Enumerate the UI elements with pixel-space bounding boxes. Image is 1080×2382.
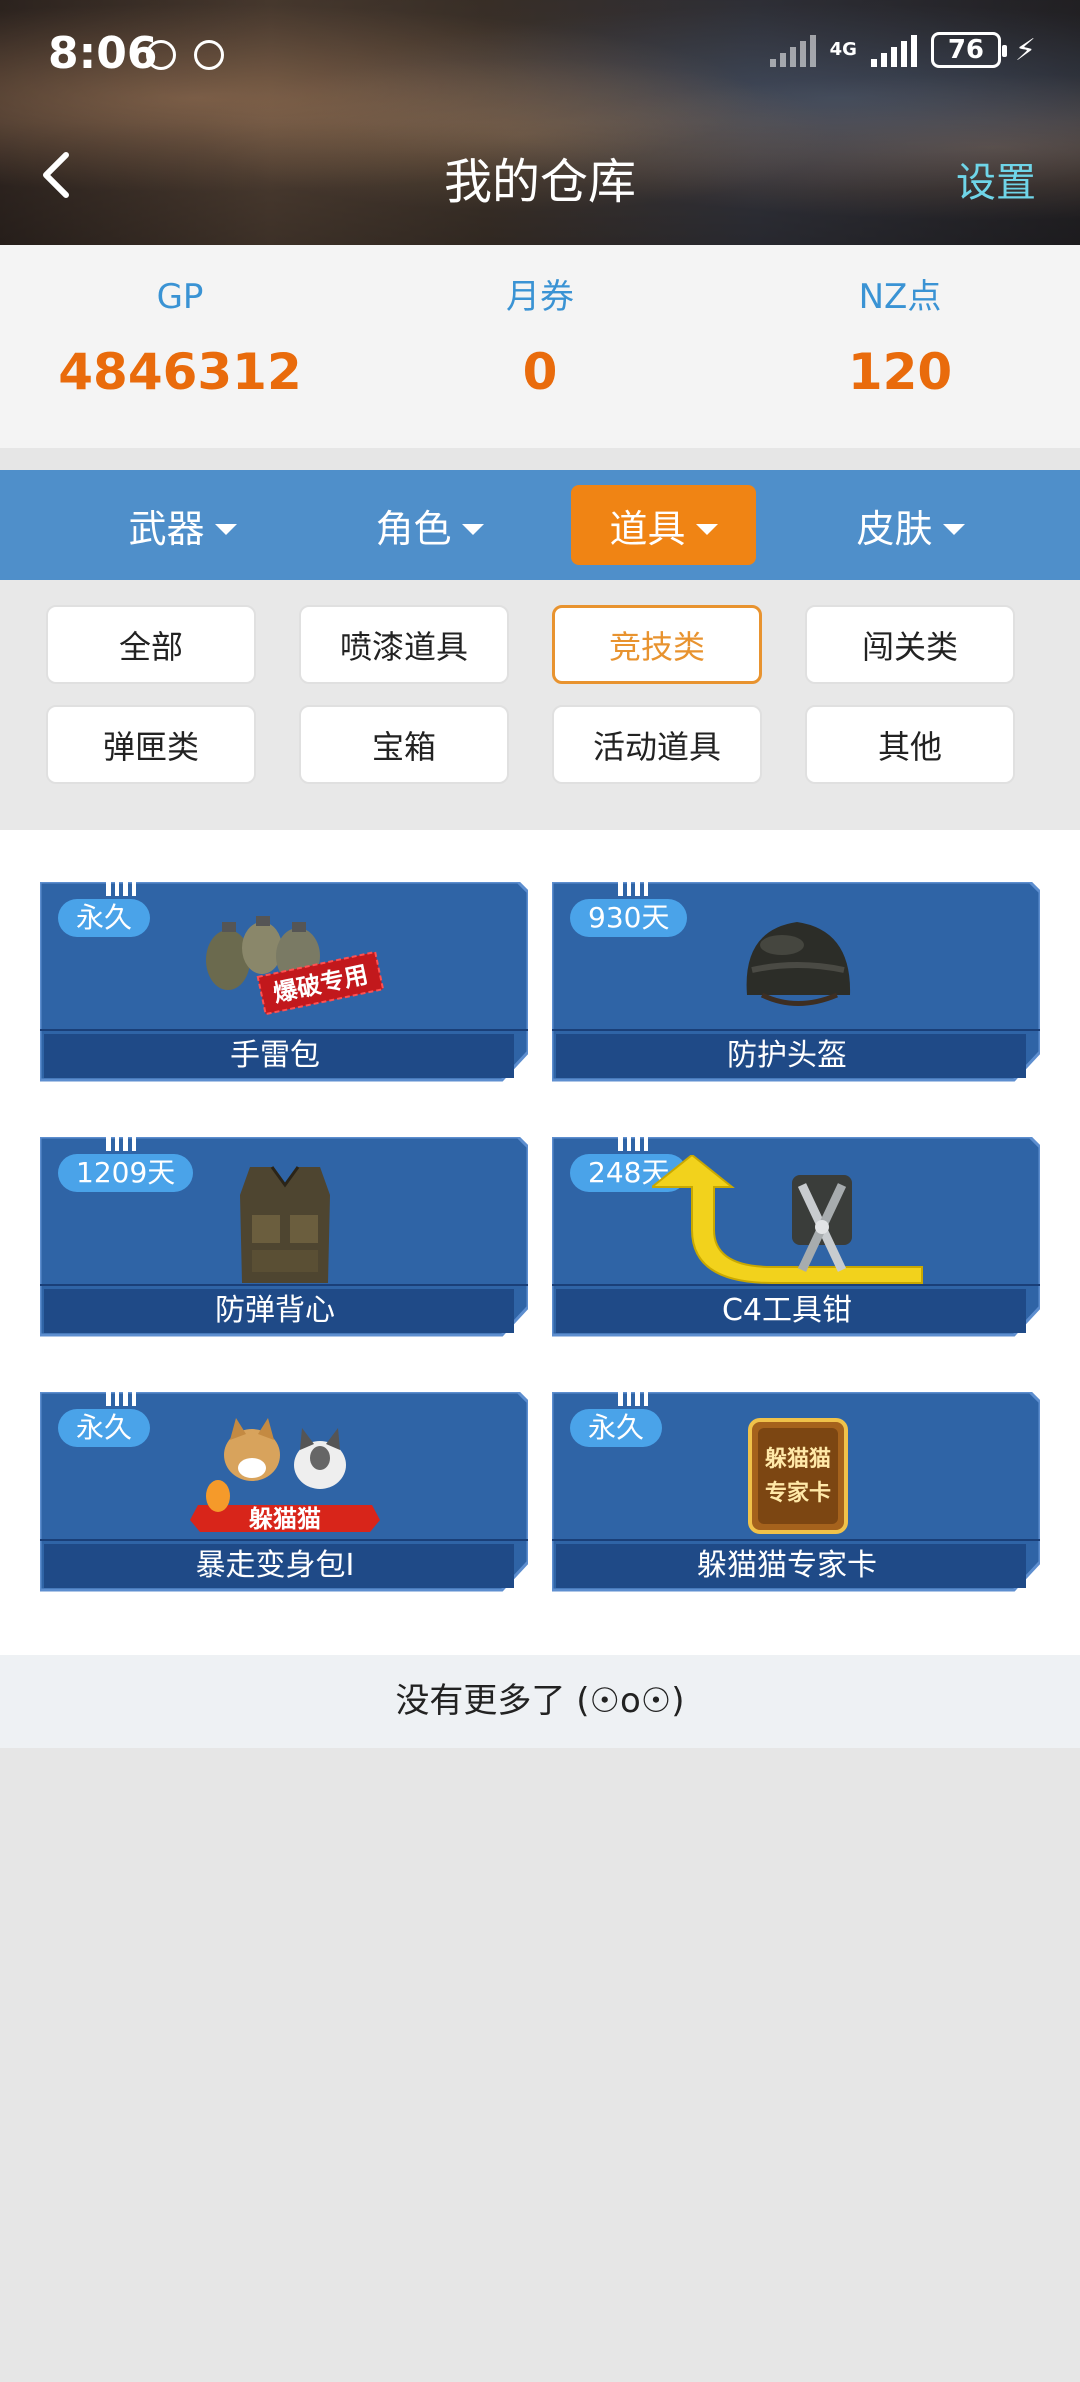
card-grip: [618, 882, 648, 896]
currency-monthly-ticket: 月券 0: [360, 273, 720, 401]
pliers-icon: [652, 1155, 923, 1284]
filter-all[interactable]: 全部: [46, 605, 256, 684]
status-indicators: 4G 76 ⚡: [769, 32, 1036, 68]
card-grip: [106, 882, 136, 896]
caret-down-icon: [695, 523, 718, 535]
filter-stage[interactable]: 闯关类: [805, 605, 1015, 684]
item-name: 防弹背心: [215, 1293, 335, 1328]
vest-icon: [240, 1166, 330, 1283]
empty-area: [0, 1748, 1080, 2382]
signal-strength-icon: [870, 33, 917, 67]
filter-chest[interactable]: 宝箱: [299, 705, 509, 784]
notification-icon: [146, 40, 176, 70]
filter-competitive[interactable]: 竞技类: [552, 605, 762, 684]
grenade-pack-icon: 爆破专用: [206, 916, 385, 1016]
duration-badge: 永久: [570, 1409, 663, 1447]
duration-badge: 1209天: [58, 1154, 194, 1192]
filter-event[interactable]: 活动道具: [552, 705, 762, 784]
filter-spray[interactable]: 喷漆道具: [299, 605, 509, 684]
item-card[interactable]: 永久 躲猫猫 暴走变身包I: [40, 1392, 528, 1594]
status-bar: 8:06 4G 76 ⚡: [0, 20, 1080, 90]
duration-badge: 永久: [58, 899, 151, 937]
caret-down-icon: [214, 523, 237, 535]
pets-banner-text: 躲猫猫: [249, 1505, 321, 1533]
currency-label: GP: [156, 277, 204, 317]
caret-down-icon: [461, 523, 484, 535]
expert-card-icon: 躲猫猫 专家卡: [748, 1418, 848, 1534]
tab-characters[interactable]: 角色: [337, 485, 522, 565]
filter-panel: 全部 喷漆道具 竞技类 闯关类 弹匣类 宝箱 活动道具 其他: [0, 580, 1080, 830]
filter-magazine[interactable]: 弹匣类: [46, 705, 256, 784]
card-grip: [106, 1137, 136, 1151]
tab-label: 道具: [609, 506, 686, 551]
pets-icon: 躲猫猫: [190, 1418, 380, 1533]
card-grip: [618, 1392, 648, 1406]
item-card[interactable]: 永久 躲猫猫 专家卡 躲猫猫专家卡: [552, 1392, 1040, 1594]
tab-weapons[interactable]: 武器: [90, 485, 275, 565]
currency-value: 0: [522, 343, 558, 401]
currency-panel: GP 4846312 月券 0 NZ点 120: [0, 245, 1080, 448]
duration-badge: 930天: [570, 899, 688, 937]
signal-strength-icon: [769, 33, 816, 67]
charging-icon: ⚡: [1014, 32, 1036, 68]
notification-icon: [194, 40, 224, 70]
item-name: 暴走变身包I: [195, 1548, 355, 1583]
tab-label: 皮肤: [856, 506, 933, 551]
card-grip: [106, 1392, 136, 1406]
item-card[interactable]: 1209天 防弹背心: [40, 1137, 528, 1339]
card-icon-line2: 专家卡: [765, 1480, 831, 1506]
caret-down-icon: [942, 523, 965, 535]
end-of-list-message: 没有更多了 (☉o☉): [0, 1655, 1080, 1748]
item-name: C4工具钳: [721, 1293, 853, 1328]
item-card[interactable]: 930天 防护头盔: [552, 882, 1040, 1084]
helmet-icon: [746, 922, 851, 1006]
duration-badge: 永久: [58, 1409, 151, 1447]
item-grid: 永久 爆破专用 手雷包 930天 防护头盔 1209天 防弹背心 248天 C4…: [0, 830, 1080, 1655]
item-card[interactable]: 248天 C4工具钳: [552, 1137, 1040, 1339]
page-title: 我的仓库: [443, 154, 636, 210]
tab-skins[interactable]: 皮肤: [818, 485, 1003, 565]
card-icon-line1: 躲猫猫: [765, 1446, 831, 1472]
currency-nz-points: NZ点 120: [720, 273, 1080, 401]
currency-label: NZ点: [858, 277, 942, 317]
tab-label: 角色: [375, 506, 452, 551]
status-time: 8:06: [48, 28, 158, 79]
currency-value: 120: [847, 343, 953, 401]
item-name: 躲猫猫专家卡: [697, 1548, 877, 1583]
filter-other[interactable]: 其他: [805, 705, 1015, 784]
item-name: 防护头盔: [727, 1038, 847, 1073]
currency-label: 月券: [506, 277, 574, 317]
category-tab-bar: 武器 角色 道具 皮肤: [0, 470, 1080, 580]
settings-button[interactable]: 设置: [956, 150, 1036, 208]
currency-gp: GP 4846312: [0, 273, 360, 401]
card-grip: [618, 1137, 648, 1151]
network-type-label: 4G: [829, 39, 857, 60]
battery-icon: 76: [930, 32, 1007, 68]
item-card[interactable]: 永久 爆破专用 手雷包: [40, 882, 528, 1084]
item-name: 手雷包: [230, 1038, 320, 1073]
tab-label: 武器: [128, 506, 205, 551]
currency-value: 4846312: [58, 343, 302, 401]
tab-items[interactable]: 道具: [571, 485, 756, 565]
